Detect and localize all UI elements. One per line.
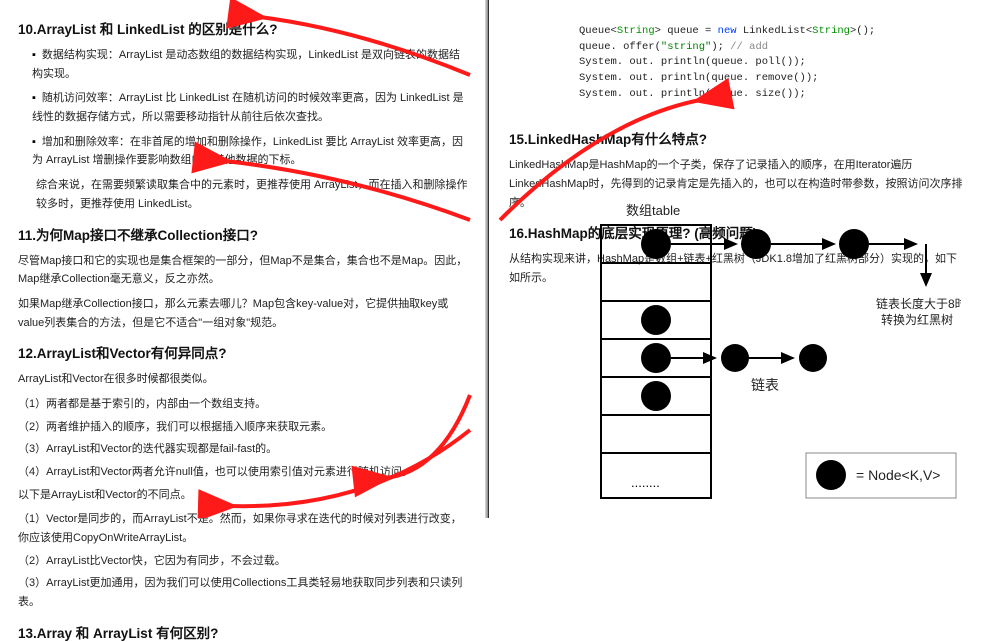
table-label: 数组table — [626, 203, 680, 218]
code: > queue = — [655, 25, 718, 37]
right-page: Queue<String> queue = new LinkedList<Str… — [491, 0, 983, 518]
q10-b1: 数据结构实现：ArrayList 是动态数组的数据结构实现，LinkedList… — [32, 46, 469, 83]
left-page: 10.ArrayList 和 LinkedList 的区别是什么? 数据结构实现… — [0, 0, 489, 518]
q10-b2: 随机访问效率：ArrayList 比 LinkedList 在随机访问的时候效率… — [32, 89, 469, 126]
q12-i2: （2）两者维护插入的顺序，我们可以根据插入顺序来获取元素。 — [18, 418, 469, 437]
tree-note2: 转换为红黑树 — [881, 312, 953, 327]
list-label: 链表 — [751, 377, 779, 393]
q12-i4: （4）ArrayList和Vector两者允许null值，也可以使用索引值对元素… — [18, 463, 469, 482]
q12-i3: （3）ArrayList和Vector的迭代器实现都是fail-fast的。 — [18, 440, 469, 459]
q12-p1: ArrayList和Vector在很多时候都很类似。 — [18, 370, 469, 389]
q11-p1: 尽管Map接口和它的实现也是集合框架的一部分，但Map不是集合，集合也不是Map… — [18, 252, 469, 289]
q13-title: 13.Array 和 ArrayList 有何区别? — [18, 622, 469, 642]
q15-title: 15.LinkedHashMap有什么特点? — [509, 128, 965, 148]
code: LinkedList< — [737, 25, 813, 37]
code: new — [718, 25, 737, 37]
q12-p2: 以下是ArrayList和Vector的不同点。 — [18, 486, 469, 505]
q11-p2: 如果Map继承Collection接口，那么元素去哪儿？Map包含key-val… — [18, 295, 469, 332]
code: >(); — [850, 25, 875, 37]
q10-list: 数据结构实现：ArrayList 是动态数组的数据结构实现，LinkedList… — [18, 46, 469, 170]
code: System. out. println(queue. poll()); — [579, 56, 806, 68]
code-snippet: Queue<String> queue = new LinkedList<Str… — [509, 8, 965, 118]
q12-d2: （2）ArrayList比Vector快，它因为有同步，不会过载。 — [18, 552, 469, 571]
code: System. out. println(queue. size()); — [579, 88, 806, 100]
node-legend: = Node<K,V> — [856, 467, 940, 483]
q12-d3: （3）ArrayList更加通用，因为我们可以使用Collections工具类轻… — [18, 574, 469, 611]
q10-title: 10.ArrayList 和 LinkedList 的区别是什么? — [18, 18, 469, 38]
tree-note1: 链表长度大于8时 — [876, 296, 961, 311]
dots: ........ — [631, 475, 660, 490]
code: String — [812, 25, 850, 37]
code: System. out. println(queue. remove()); — [579, 72, 818, 84]
q12-title: 12.ArrayList和Vector有何异同点? — [18, 342, 469, 362]
code: Queue< — [579, 25, 617, 37]
code: queue. offer( — [579, 41, 661, 53]
q11-title: 11.为何Map接口不继承Collection接口? — [18, 224, 469, 244]
code: String — [617, 25, 655, 37]
code: ); — [711, 41, 730, 53]
code: // add — [730, 41, 768, 53]
q10-summary: 综合来说，在需要频繁读取集合中的元素时，更推荐使用 ArrayList，而在插入… — [18, 176, 469, 213]
code: "string" — [661, 41, 711, 53]
q10-b3: 增加和删除效率：在非首尾的增加和删除操作，LinkedList 要比 Array… — [32, 133, 469, 170]
q12-d1: （1）Vector是同步的，而ArrayList不是。然而，如果你寻求在迭代的时… — [18, 510, 469, 547]
page-divider — [485, 0, 488, 518]
q12-i1: （1）两者都是基于索引的，内部由一个数组支持。 — [18, 395, 469, 414]
hashmap-diagram: 数组table ........ — [581, 200, 961, 510]
